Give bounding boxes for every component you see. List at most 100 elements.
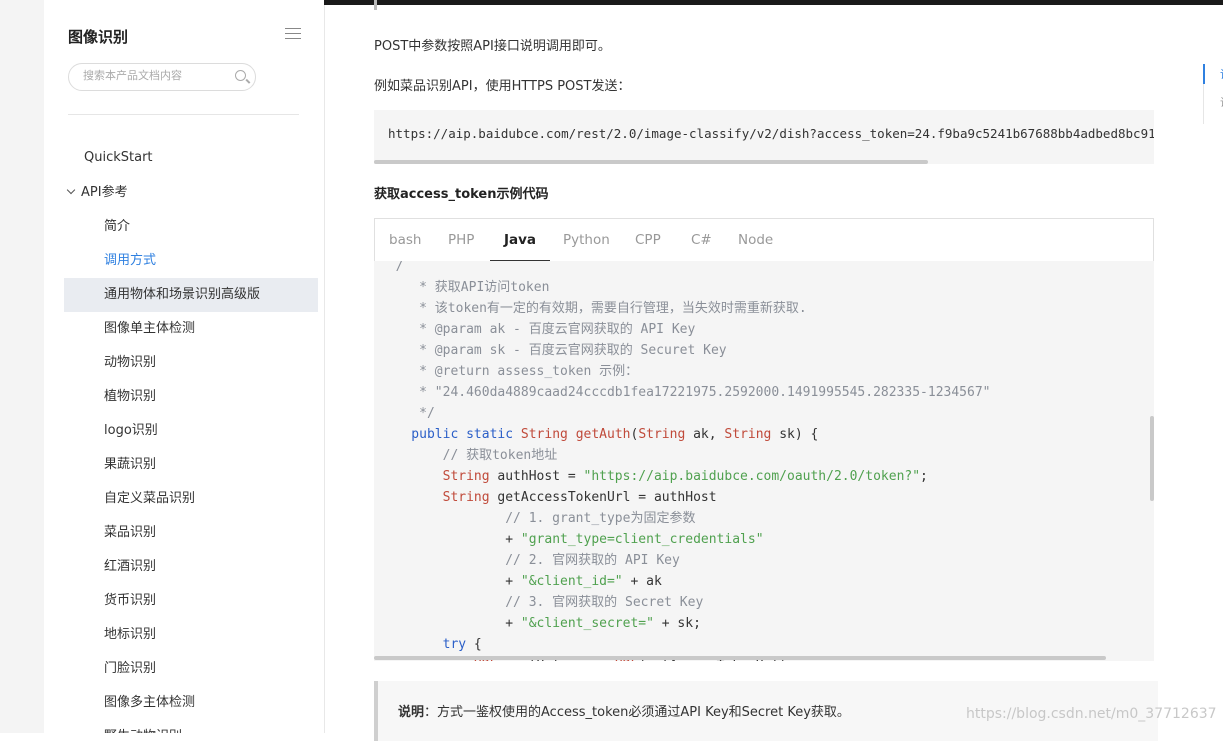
code-token: String	[380, 469, 498, 484]
sidebar-item[interactable]: 简介	[64, 210, 318, 244]
sidebar-item[interactable]: 货币识别	[64, 584, 318, 618]
code-token: * @param sk - 百度云官网获取的 Securet Key	[380, 343, 727, 358]
sidebar-item-label: 红酒识别	[104, 559, 157, 574]
page-toc: 请 调	[1203, 64, 1223, 124]
code-line: + "grant_type=client_credentials"	[380, 529, 764, 550]
tab-node[interactable]: Node	[738, 219, 773, 261]
sidebar-item[interactable]: 调用方式	[64, 244, 318, 278]
search-icon[interactable]	[235, 70, 246, 81]
code-token: // 1. grant_type为固定参数	[380, 511, 696, 526]
main-content: POST中参数按照API接口说明调用即可。 例如菜品识别API，使用HTTPS …	[374, 0, 1158, 741]
sidebar-item[interactable]: 图像多主体检测	[64, 686, 318, 720]
code-line: String getAccessTokenUrl = authHost	[380, 487, 717, 508]
sidebar-item[interactable]: 通用物体和场景识别高级版	[64, 278, 318, 312]
code-block: / * 获取API访问token * 该token有一定的有效期，需要自行管理，…	[374, 261, 1154, 661]
sidebar-item-label: QuickStart	[84, 150, 153, 165]
section-subheading: 获取access_token示例代码	[374, 187, 549, 202]
code-token: +	[380, 532, 521, 547]
code-line: String authHost = "https://aip.baidubce.…	[380, 466, 928, 487]
code-token: + sk;	[653, 616, 701, 631]
sidebar-item[interactable]: QuickStart	[64, 141, 318, 175]
code-token: * 该token有一定的有效期，需要自行管理，当失效时需重新获取.	[380, 301, 807, 316]
sidebar-item[interactable]: 红酒识别	[64, 550, 318, 584]
request-url: https://aip.baidubce.com/rest/2.0/image-…	[388, 126, 1154, 141]
url-code-block: https://aip.baidubce.com/rest/2.0/image-…	[374, 110, 1154, 164]
sidebar-item[interactable]: logo识别	[64, 414, 318, 448]
chevron-down-icon[interactable]	[66, 185, 76, 195]
sidebar-item[interactable]: API参考	[64, 176, 318, 210]
dish-example-text: 例如菜品识别API，使用HTTPS POST发送：	[374, 79, 631, 94]
sidebar-item-label: 动物识别	[104, 355, 157, 370]
code-token: getAccessTokenUrl = authHost	[497, 490, 717, 505]
code-line: /	[380, 261, 404, 277]
tab-python[interactable]: Python	[563, 219, 610, 261]
code-line: // 2. 官网获取的 API Key	[380, 550, 680, 571]
sidebar-item[interactable]: 自定义菜品识别	[64, 482, 318, 516]
code-token: // 获取token地址	[380, 448, 558, 463]
note-text: 说明：方式一鉴权使用的Access_token必须通过API Key和Secre…	[398, 701, 850, 720]
sidebar-item[interactable]: 图像单主体检测	[64, 312, 318, 346]
sidebar-item[interactable]: 菜品识别	[64, 516, 318, 550]
post-params-text: POST中参数按照API接口说明调用即可。	[374, 39, 611, 54]
sidebar-item[interactable]: 地标识别	[64, 618, 318, 652]
code-token: "&client_id="	[520, 574, 623, 589]
tab-java[interactable]: Java	[489, 219, 551, 262]
tab-bash[interactable]: bash	[389, 219, 421, 261]
sidebar-item[interactable]: 果蔬识别	[64, 448, 318, 482]
code-token: ak,	[693, 427, 725, 442]
code-line: try {	[380, 634, 482, 655]
sidebar-item-label: 地标识别	[104, 627, 157, 642]
sidebar-item-label: 果蔬识别	[104, 457, 157, 472]
sidebar-item[interactable]: 门脸识别	[64, 652, 318, 686]
sidebar-item-label: 门脸识别	[104, 661, 157, 676]
code-token: +	[380, 616, 521, 631]
code-horizontal-scrollbar[interactable]	[374, 656, 1106, 660]
code-line: * "24.460da4889caad24cccdb1fea17221975.2…	[380, 382, 990, 403]
sidebar-item[interactable]: 植物识别	[64, 380, 318, 414]
code-line: * @return assess_token 示例：	[380, 361, 638, 382]
code-token: * @param ak - 百度云官网获取的 API Key	[380, 322, 696, 337]
sidebar-item-label: 简介	[104, 219, 131, 234]
note-body: ：方式一鉴权使用的Access_token必须通过API Key和Secret …	[424, 705, 850, 720]
tab-csharp[interactable]: C#	[691, 219, 712, 261]
code-token: * "24.460da4889caad24cccdb1fea17221975.2…	[380, 385, 991, 400]
code-line: public static String getAuth(String ak, …	[380, 424, 818, 445]
code-line: * @param sk - 百度云官网获取的 Securet Key	[380, 340, 727, 361]
code-token: public static	[380, 427, 521, 442]
menu-icon[interactable]	[285, 28, 301, 40]
url-horizontal-scrollbar[interactable]	[374, 160, 928, 164]
code-token: {	[473, 637, 482, 652]
sidebar-item-label: 图像单主体检测	[104, 321, 196, 336]
sidebar-item-label: 自定义菜品识别	[104, 491, 196, 506]
sidebar-item-label: 菜品识别	[104, 525, 157, 540]
sidebar-item[interactable]: 野生动物识别	[64, 720, 318, 733]
product-title: 图像识别	[68, 28, 129, 46]
search-input[interactable]	[81, 68, 235, 83]
sidebar-item[interactable]: 动物识别	[64, 346, 318, 380]
code-line: + "&client_secret=" + sk;	[380, 613, 701, 634]
code-line: // 1. grant_type为固定参数	[380, 508, 695, 529]
code-token: */	[380, 406, 435, 421]
code-token: String	[724, 427, 780, 442]
left-gutter	[0, 0, 44, 733]
tab-php[interactable]: PHP	[448, 219, 474, 261]
code-token: "&client_secret="	[520, 616, 654, 631]
search-box[interactable]	[68, 63, 256, 91]
tab-cpp[interactable]: CPP	[635, 219, 661, 261]
code-line: // 3. 官网获取的 Secret Key	[380, 592, 703, 613]
code-token: /	[380, 261, 404, 274]
code-token: * @return assess_token 示例：	[380, 364, 639, 379]
code-token: * 获取API访问token	[380, 280, 550, 295]
code-line: * @param ak - 百度云官网获取的 API Key	[380, 319, 695, 340]
sidebar-item-label: 植物识别	[104, 389, 157, 404]
code-line: * 获取API访问token	[380, 277, 549, 298]
code-token: "grant_type=client_credentials"	[520, 532, 764, 547]
sidebar: 图像识别 QuickStart API参考简介调用方式通用物体和场景识别高级版图像…	[44, 0, 325, 733]
sidebar-divider	[68, 114, 299, 115]
code-token: authHost =	[497, 469, 584, 484]
code-token: ;	[920, 469, 928, 484]
code-vertical-scrollbar[interactable]	[1150, 416, 1154, 501]
code-line: * 该token有一定的有效期，需要自行管理，当失效时需重新获取.	[380, 298, 807, 319]
code-line: // 获取token地址	[380, 445, 558, 466]
sidebar-item-label: 野生动物识别	[104, 729, 182, 733]
